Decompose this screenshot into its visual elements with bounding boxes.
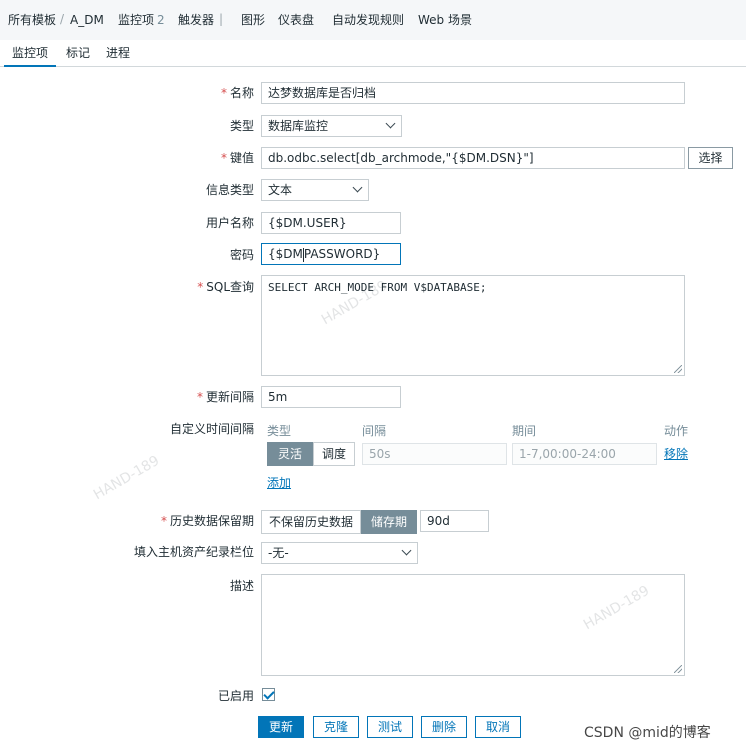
description-label: 描述 <box>229 579 254 593</box>
breadcrumb-discovery[interactable]: 自动发现规则 <box>332 12 404 28</box>
breadcrumb-web[interactable]: Web 场景 <box>418 12 472 28</box>
inventory-select[interactable]: -无- <box>261 542 418 564</box>
breadcrumb-dashboards[interactable]: 仪表盘 <box>278 12 314 28</box>
breadcrumb-host[interactable]: A_DM <box>70 12 104 28</box>
history-period-input[interactable]: 90d <box>420 510 489 532</box>
checkmark-icon <box>263 688 275 700</box>
description-textarea[interactable] <box>261 574 685 676</box>
breadcrumb-items[interactable]: 监控项 2 <box>118 12 165 28</box>
custom-header-period: 期间 <box>512 424 537 438</box>
chevron-down-icon <box>385 118 396 129</box>
breadcrumb-triggers[interactable]: 触发器 <box>178 12 214 28</box>
form-tabs: 监控项 标记 进程 <box>0 40 746 67</box>
item-form: * 名称 达梦数据库是否归档 类型 数据库监控 * 键值 db.odbc.selec… <box>4 68 746 749</box>
info-type-select[interactable]: 文本 <box>261 179 369 201</box>
enabled-label: 已启用 <box>217 689 254 703</box>
breadcrumb-divider: | <box>219 12 224 26</box>
username-label: 用户名称 <box>205 216 254 230</box>
breadcrumb-graphs[interactable]: 图形 <box>241 12 265 28</box>
history-storage-toggle[interactable]: 储存期 <box>361 510 417 534</box>
breadcrumb-bar: 所有模板 / A_DM 监控项 2 触发器 | 图形 仪表盘 自动发现规则 Web… <box>0 0 746 41</box>
history-label: * 历史数据保留期 <box>160 514 254 528</box>
custom-header-interval: 间隔 <box>362 424 387 438</box>
breadcrumb-all-templates[interactable]: 所有模板 <box>8 12 56 28</box>
update-button[interactable]: 更新 <box>258 716 304 738</box>
breadcrumb-items-count: 2 <box>157 13 165 27</box>
chevron-down-icon <box>352 182 363 193</box>
resize-handle-icon[interactable] <box>674 365 682 373</box>
resize-handle-icon[interactable] <box>674 665 682 673</box>
flexible-toggle[interactable]: 灵活 <box>267 442 313 466</box>
select-key-button[interactable]: 选择 <box>688 147 733 169</box>
name-input[interactable]: 达梦数据库是否归档 <box>261 82 685 104</box>
test-button[interactable]: 测试 <box>367 716 413 738</box>
tab-process[interactable]: 进程 <box>106 45 130 65</box>
name-label: * 名称 <box>220 86 254 100</box>
interval-input[interactable]: 5m <box>261 386 401 408</box>
csdn-watermark: CSDN @mid的博客 <box>584 725 711 741</box>
cancel-button[interactable]: 取消 <box>475 716 521 738</box>
password-label: 密码 <box>229 248 254 262</box>
scheduling-toggle[interactable]: 调度 <box>313 442 355 466</box>
password-input[interactable]: {$DMPASSWORD} <box>261 243 401 265</box>
interval-label: * 更新间隔 <box>196 390 254 404</box>
tab-items[interactable]: 监控项 <box>4 45 57 67</box>
custom-period-input[interactable]: 1-7,00:00-24:00 <box>512 443 657 465</box>
tab-tags[interactable]: 标记 <box>66 45 90 65</box>
inventory-label: 填入主机资产纪录栏位 <box>133 545 254 559</box>
type-select[interactable]: 数据库监控 <box>261 115 402 137</box>
history-no-keep-toggle[interactable]: 不保留历史数据 <box>261 510 361 534</box>
remove-link[interactable]: 移除 <box>664 446 688 462</box>
key-label: * 键值 <box>220 151 254 165</box>
sql-label: * SQL查询 <box>197 280 254 294</box>
custom-header-type: 类型 <box>267 424 292 438</box>
custom-interval-label: 自定义时间间隔 <box>169 422 254 436</box>
delete-button[interactable]: 删除 <box>421 716 467 738</box>
breadcrumb-items-label: 监控项 <box>118 13 155 27</box>
type-label: 类型 <box>229 119 254 133</box>
info-type-label: 信息类型 <box>205 183 254 197</box>
key-input[interactable]: db.odbc.select[db_archmode,"{$DM.DSN}"] <box>261 147 685 169</box>
username-input[interactable]: {$DM.USER} <box>261 212 401 234</box>
custom-interval-input[interactable]: 50s <box>362 443 507 465</box>
breadcrumb-separator: / <box>60 12 65 26</box>
enabled-checkbox[interactable] <box>262 688 275 701</box>
chevron-down-icon <box>401 545 412 556</box>
clone-button[interactable]: 克隆 <box>313 716 359 738</box>
add-interval-link[interactable]: 添加 <box>267 475 291 491</box>
custom-header-action: 动作 <box>664 424 689 438</box>
